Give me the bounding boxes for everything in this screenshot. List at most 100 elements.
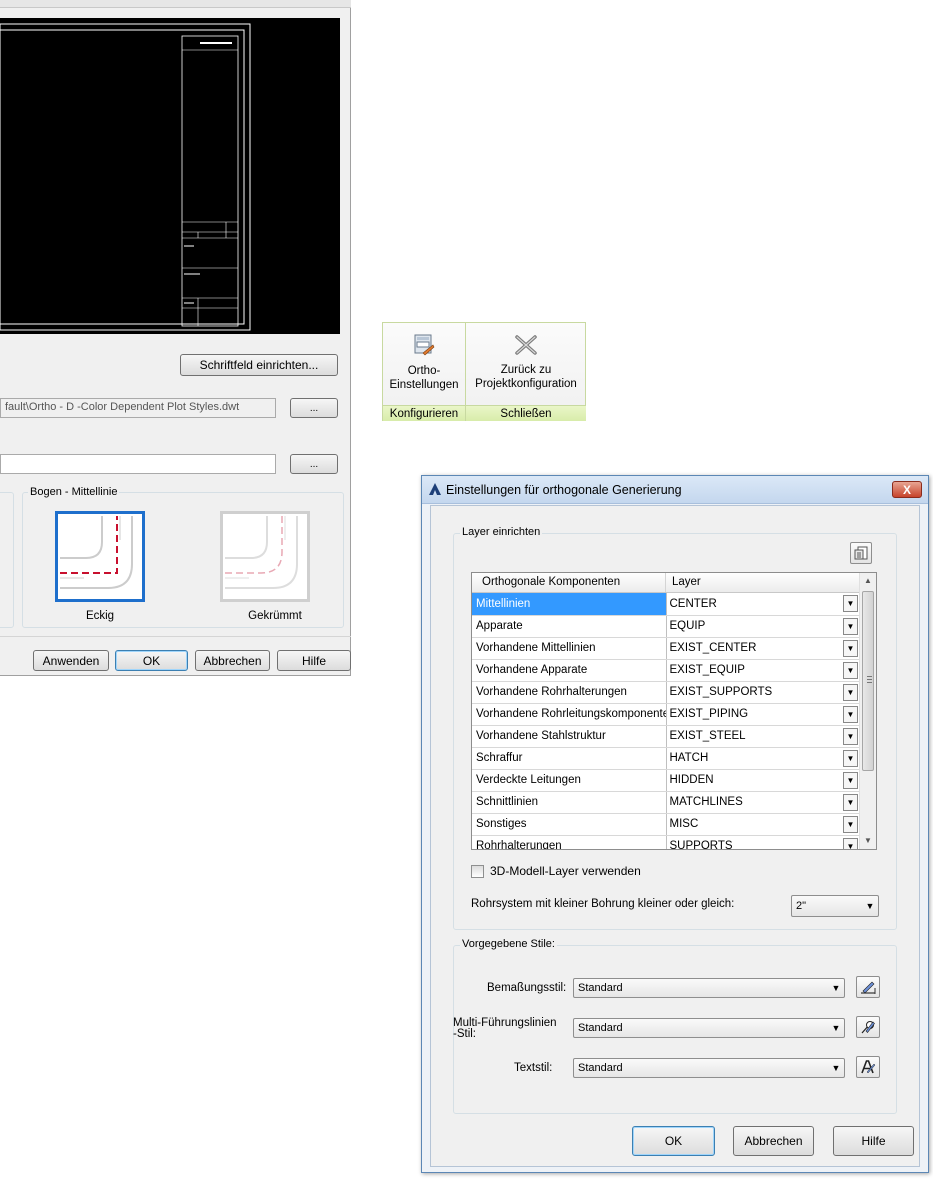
table-row[interactable]: Schnittlinien MATCHLINES ▼ <box>472 791 860 814</box>
bend-option-angular[interactable] <box>55 511 145 602</box>
layer-value: EXIST_CENTER <box>669 642 757 654</box>
chevron-down-icon[interactable]: ▼ <box>843 617 858 635</box>
layer-dropdown[interactable]: SUPPORTS ▼ <box>667 836 860 849</box>
chevron-down-icon[interactable]: ▼ <box>843 793 858 811</box>
table-row[interactable]: Apparate EQUIP ▼ <box>472 615 860 638</box>
layer-cell[interactable]: HATCH ▼ <box>666 747 860 770</box>
component-cell[interactable]: Sonstiges <box>472 813 667 836</box>
chevron-down-icon[interactable]: ▼ <box>843 683 858 701</box>
dialog-titlebar[interactable]: Einstellungen für orthogonale Generierun… <box>422 476 928 504</box>
table-row[interactable]: Vorhandene Rohrleitungskomponenten EXIST_… <box>472 703 860 726</box>
second-path-field[interactable] <box>0 454 276 474</box>
ortho-settings-button[interactable]: Ortho- Einstellungen <box>383 323 465 405</box>
chevron-down-icon[interactable]: ▼ <box>843 815 858 833</box>
title-block-setup-button[interactable]: Schriftfeld einrichten... <box>180 354 338 376</box>
chevron-down-icon[interactable]: ▼ <box>843 749 858 767</box>
dialog-cancel-button[interactable]: Abbrechen <box>733 1126 814 1156</box>
table-row[interactable]: Vorhandene Stahlstruktur EXIST_STEEL ▼ <box>472 725 860 748</box>
dim-style-select[interactable]: Standard ▼ <box>573 978 845 998</box>
layer-cell[interactable]: HIDDEN ▼ <box>666 769 860 792</box>
layer-dropdown[interactable]: EXIST_SUPPORTS ▼ <box>667 682 860 703</box>
chevron-down-icon[interactable]: ▼ <box>843 661 858 679</box>
mleader-style-select[interactable]: Standard ▼ <box>573 1018 845 1038</box>
help-button[interactable]: Hilfe <box>277 650 351 671</box>
layer-dropdown[interactable]: MISC ▼ <box>667 814 860 835</box>
browse-template-button[interactable]: ... <box>290 398 338 418</box>
component-cell[interactable]: Vorhandene Rohrleitungskomponenten <box>472 703 667 726</box>
layer-cell[interactable]: MISC ▼ <box>666 813 860 836</box>
layer-cell[interactable]: EXIST_SUPPORTS ▼ <box>666 681 860 704</box>
table-scrollbar[interactable]: ▲ ▼ <box>859 573 876 849</box>
dialog-ok-button[interactable]: OK <box>632 1126 715 1156</box>
mleader-style-button[interactable] <box>856 1016 880 1038</box>
column-layer[interactable]: Layer <box>666 573 859 592</box>
scroll-thumb[interactable] <box>862 591 874 771</box>
table-row[interactable]: Rohrhalterungen SUPPORTS ▼ <box>472 835 860 849</box>
column-components[interactable]: Orthogonale Komponenten <box>472 573 666 592</box>
component-cell[interactable]: Vorhandene Stahlstruktur <box>472 725 667 748</box>
layer-cell[interactable]: EXIST_PIPING ▼ <box>666 703 860 726</box>
chevron-down-icon[interactable]: ▼ <box>843 837 858 849</box>
back-to-project-config-button[interactable]: Zurück zu Projektkonfiguration <box>466 323 586 405</box>
layer-cell[interactable]: EQUIP ▼ <box>666 615 860 638</box>
bend-option-curved[interactable] <box>220 511 310 602</box>
layer-cell[interactable]: EXIST_STEEL ▼ <box>666 725 860 748</box>
table-row[interactable]: Sonstiges MISC ▼ <box>472 813 860 836</box>
component-cell[interactable]: Mittellinien <box>472 593 667 616</box>
component-cell[interactable]: Schnittlinien <box>472 791 667 814</box>
table-row[interactable]: Schraffur HATCH ▼ <box>472 747 860 770</box>
layer-dropdown[interactable]: HATCH ▼ <box>667 748 860 769</box>
cancel-button[interactable]: Abbrechen <box>195 650 270 671</box>
layer-dropdown[interactable]: MATCHLINES ▼ <box>667 792 860 813</box>
component-cell[interactable]: Schraffur <box>472 747 667 770</box>
mleader-style-value: Standard <box>578 1022 623 1034</box>
component-cell[interactable]: Vorhandene Rohrhalterungen <box>472 681 667 704</box>
layer-import-button[interactable] <box>850 542 872 564</box>
chevron-down-icon[interactable]: ▼ <box>843 595 858 613</box>
layer-dropdown[interactable]: EXIST_STEEL ▼ <box>667 726 860 747</box>
text-style-button[interactable] <box>856 1056 880 1078</box>
table-row[interactable]: Vorhandene Mittellinien EXIST_CENTER ▼ <box>472 637 860 660</box>
chevron-down-icon: ▼ <box>831 1023 841 1033</box>
dim-style-button[interactable] <box>856 976 880 998</box>
component-cell[interactable]: Vorhandene Mittellinien <box>472 637 667 660</box>
layer-cell[interactable]: EXIST_CENTER ▼ <box>666 637 860 660</box>
layer-dropdown[interactable]: CENTER ▼ <box>667 593 860 614</box>
layer-cell[interactable]: MATCHLINES ▼ <box>666 791 860 814</box>
close-button[interactable]: X <box>892 481 922 498</box>
chevron-down-icon[interactable]: ▼ <box>843 705 858 723</box>
chevron-down-icon[interactable]: ▼ <box>843 771 858 789</box>
text-style-select[interactable]: Standard ▼ <box>573 1058 845 1078</box>
layer-dropdown[interactable]: HIDDEN ▼ <box>667 770 860 791</box>
dialog-body: Layer einrichten Orthogonale Komponenten… <box>430 505 920 1167</box>
scroll-down-icon[interactable]: ▼ <box>860 833 876 849</box>
ok-button[interactable]: OK <box>115 650 188 671</box>
table-row[interactable]: Vorhandene Apparate EXIST_EQUIP ▼ <box>472 659 860 682</box>
table-row[interactable]: Mittellinien CENTER ▼ <box>472 593 860 616</box>
table-row[interactable]: Verdeckte Leitungen HIDDEN ▼ <box>472 769 860 792</box>
layer-value: EQUIP <box>669 620 706 632</box>
component-cell[interactable]: Apparate <box>472 615 667 638</box>
component-cell[interactable]: Rohrhalterungen <box>472 835 667 849</box>
chevron-down-icon[interactable]: ▼ <box>843 639 858 657</box>
layer-dropdown[interactable]: EQUIP ▼ <box>667 616 860 637</box>
use-3d-layers-checkbox[interactable] <box>471 865 484 878</box>
layer-dropdown[interactable]: EXIST_PIPING ▼ <box>667 704 860 725</box>
browse-second-button[interactable]: ... <box>290 454 338 474</box>
layer-cell[interactable]: CENTER ▼ <box>666 593 860 616</box>
template-path-field[interactable]: fault\Ortho - D -Color Dependent Plot St… <box>0 398 276 418</box>
component-cell[interactable]: Vorhandene Apparate <box>472 659 667 682</box>
clipboard-icon <box>854 546 868 560</box>
small-bore-select[interactable]: 2" ▼ <box>791 895 879 917</box>
component-cell[interactable]: Verdeckte Leitungen <box>472 769 667 792</box>
layer-dropdown[interactable]: EXIST_EQUIP ▼ <box>667 660 860 681</box>
layer-dropdown[interactable]: EXIST_CENTER ▼ <box>667 638 860 659</box>
layer-cell[interactable]: SUPPORTS ▼ <box>666 835 860 849</box>
table-row[interactable]: Vorhandene Rohrhalterungen EXIST_SUPPORTS… <box>472 681 860 704</box>
dialog-help-button[interactable]: Hilfe <box>833 1126 914 1156</box>
apply-button[interactable]: Anwenden <box>33 650 109 671</box>
bend-option-curved-label: Gekrümmt <box>248 610 302 622</box>
layer-cell[interactable]: EXIST_EQUIP ▼ <box>666 659 860 682</box>
scroll-up-icon[interactable]: ▲ <box>860 573 876 589</box>
chevron-down-icon[interactable]: ▼ <box>843 727 858 745</box>
